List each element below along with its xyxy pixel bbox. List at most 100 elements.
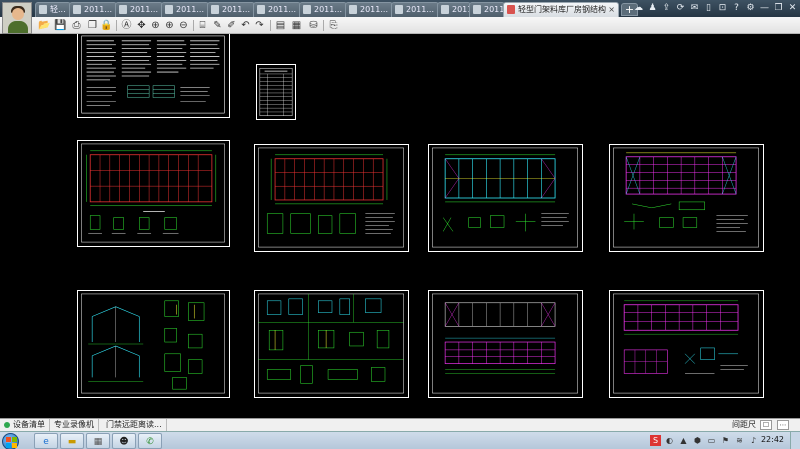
messenger-icon[interactable]: ✆ <box>138 433 162 449</box>
drawing-sheet-foundation-plan[interactable] <box>254 144 409 252</box>
close-tab-button[interactable]: × <box>608 3 615 16</box>
chat-icon[interactable]: ✉ <box>689 3 700 14</box>
app-window: 轻... 2011... 2011... 2011... 2011... 201… <box>0 0 800 449</box>
file-icon <box>303 5 311 14</box>
cloud-icon[interactable]: ☁ <box>633 3 644 14</box>
print-icon[interactable]: ⎙ <box>70 19 83 32</box>
drawing-sheet-index[interactable] <box>256 64 296 120</box>
drawing-sheet-frame-details[interactable] <box>77 290 230 398</box>
file-icon <box>395 5 403 14</box>
ie-icon[interactable]: e <box>34 433 58 449</box>
input-method-icon[interactable]: S <box>650 435 661 446</box>
tab-7[interactable]: 2011... <box>299 2 347 17</box>
network-icon[interactable]: ◐ <box>664 435 675 446</box>
drawing-sheet-notes[interactable] <box>77 34 230 118</box>
mail-icon[interactable]: ⊡ <box>717 3 728 14</box>
sheet-drawing <box>259 68 293 116</box>
flag-icon[interactable]: ⚑ <box>720 435 731 446</box>
title-tools: ☁ ♟ ⇪ ⟳ ✉ ▯ ⊡ ? ⚙ — ❐ ✕ <box>633 3 800 16</box>
drawing-sheet-elevations[interactable] <box>428 290 583 398</box>
help-icon[interactable]: ? <box>731 3 742 14</box>
drawing-sheet-roof-framing[interactable] <box>428 144 583 252</box>
drawing-sheet-purlin-layout[interactable] <box>609 290 764 398</box>
sheet-drawing <box>81 293 225 394</box>
file-icon <box>473 5 481 14</box>
settings-icon[interactable]: ⚙ <box>745 3 756 14</box>
clock[interactable]: 22:42 <box>761 435 784 444</box>
start-button[interactable] <box>2 433 19 449</box>
tab-bar: 轻... 2011... 2011... 2011... 2011... 201… <box>0 0 800 34</box>
pan-icon[interactable]: ✥ <box>135 19 148 32</box>
sheet-drawing <box>81 143 225 243</box>
phone-icon[interactable]: ▯ <box>703 3 714 14</box>
close-window-button[interactable]: ✕ <box>787 3 798 14</box>
drawing-canvas[interactable] <box>0 34 800 418</box>
highlight-icon[interactable]: ✐ <box>225 19 238 32</box>
tab-5[interactable]: 2011... <box>207 2 255 17</box>
pencil-icon[interactable]: ✎ <box>211 19 224 32</box>
avatar[interactable] <box>2 2 32 34</box>
toolbar-separator <box>270 20 271 31</box>
sheet-drawing <box>432 293 578 394</box>
bottom-link-access[interactable]: 门禁远距离读... <box>102 419 167 431</box>
sheet-drawing <box>258 147 404 248</box>
comment-icon[interactable]: ☐ <box>760 420 772 430</box>
tab-8[interactable]: 2011... <box>345 2 393 17</box>
stack-icon[interactable]: ⛁ <box>307 19 320 32</box>
battery-icon[interactable]: ▭ <box>706 435 717 446</box>
zoom-window-icon[interactable]: ⊕ <box>149 19 162 32</box>
tab-3[interactable]: 2011... <box>115 2 163 17</box>
tab-9[interactable]: 2011... <box>391 2 439 17</box>
zoom-in-icon[interactable]: ⊕ <box>163 19 176 32</box>
lock-icon[interactable]: 🔒 <box>100 19 113 32</box>
share-icon[interactable]: ⇪ <box>661 3 672 14</box>
tab-2[interactable]: 2011... <box>69 2 117 17</box>
sheet-drawing <box>432 147 578 248</box>
text-icon[interactable]: Ⓐ <box>120 19 133 32</box>
tab-active[interactable]: 轻型门架料库厂房钢结构图1.dwg× <box>503 2 619 17</box>
redo-icon[interactable]: ↷ <box>253 19 266 32</box>
security-icon[interactable]: ⬢ <box>692 435 703 446</box>
drawing-sheet-wall-framing[interactable] <box>609 144 764 252</box>
tab-6[interactable]: 2011... <box>253 2 301 17</box>
file-icon <box>257 5 265 14</box>
hatch-icon[interactable]: ▦ <box>290 19 303 32</box>
file-icon <box>73 5 81 14</box>
user-icon[interactable]: ♟ <box>647 3 658 14</box>
folder-icon[interactable]: ▬ <box>60 433 84 449</box>
toolbar-separator <box>193 20 194 31</box>
drawing-sheet-column-plan[interactable] <box>77 140 230 247</box>
restore-button[interactable]: ❐ <box>773 3 784 14</box>
tab-4[interactable]: 2011... <box>161 2 209 17</box>
bottom-link-equipment[interactable]: 设备清单 <box>0 419 50 431</box>
tab-1[interactable]: 轻... <box>35 2 71 17</box>
status-text: 间距尺 <box>732 420 756 429</box>
layer-icon[interactable]: ▤ <box>274 19 287 32</box>
tab-10[interactable]: 2011... <box>437 2 471 17</box>
wifi-icon[interactable]: ≋ <box>734 435 745 446</box>
file-icon <box>39 5 47 14</box>
volume-icon[interactable]: ▲ <box>678 435 689 446</box>
copy-icon[interactable]: ❐ <box>86 19 99 32</box>
speaker-icon[interactable]: ♪ <box>748 435 759 446</box>
drawing-sheet-connection-details[interactable] <box>254 290 409 398</box>
undo-icon[interactable]: ↶ <box>239 19 252 32</box>
show-desktop-button[interactable] <box>790 432 800 449</box>
tab-11[interactable]: 2011... <box>469 2 505 17</box>
export-icon[interactable]: ⎘ <box>327 19 340 32</box>
dwg-file-icon <box>507 5 515 14</box>
options-icon[interactable]: ⋯ <box>777 420 789 430</box>
file-icon <box>119 5 127 14</box>
save-icon[interactable]: 💾 <box>54 19 67 32</box>
bottom-link-recorder[interactable]: 专业录像机 <box>50 419 99 431</box>
file-icon <box>349 5 357 14</box>
zoom-out-icon[interactable]: ⊖ <box>177 19 190 32</box>
measure-icon[interactable]: ⌸ <box>196 19 209 32</box>
sheet-drawing <box>81 35 225 114</box>
open-icon[interactable]: 📂 <box>38 19 51 32</box>
explorer-icon[interactable]: ▦ <box>86 433 110 449</box>
minimize-button[interactable]: — <box>759 3 770 14</box>
sync-icon[interactable]: ⟳ <box>675 3 686 14</box>
status-dot-icon <box>4 421 10 428</box>
qq-icon[interactable]: ☻ <box>112 433 136 449</box>
